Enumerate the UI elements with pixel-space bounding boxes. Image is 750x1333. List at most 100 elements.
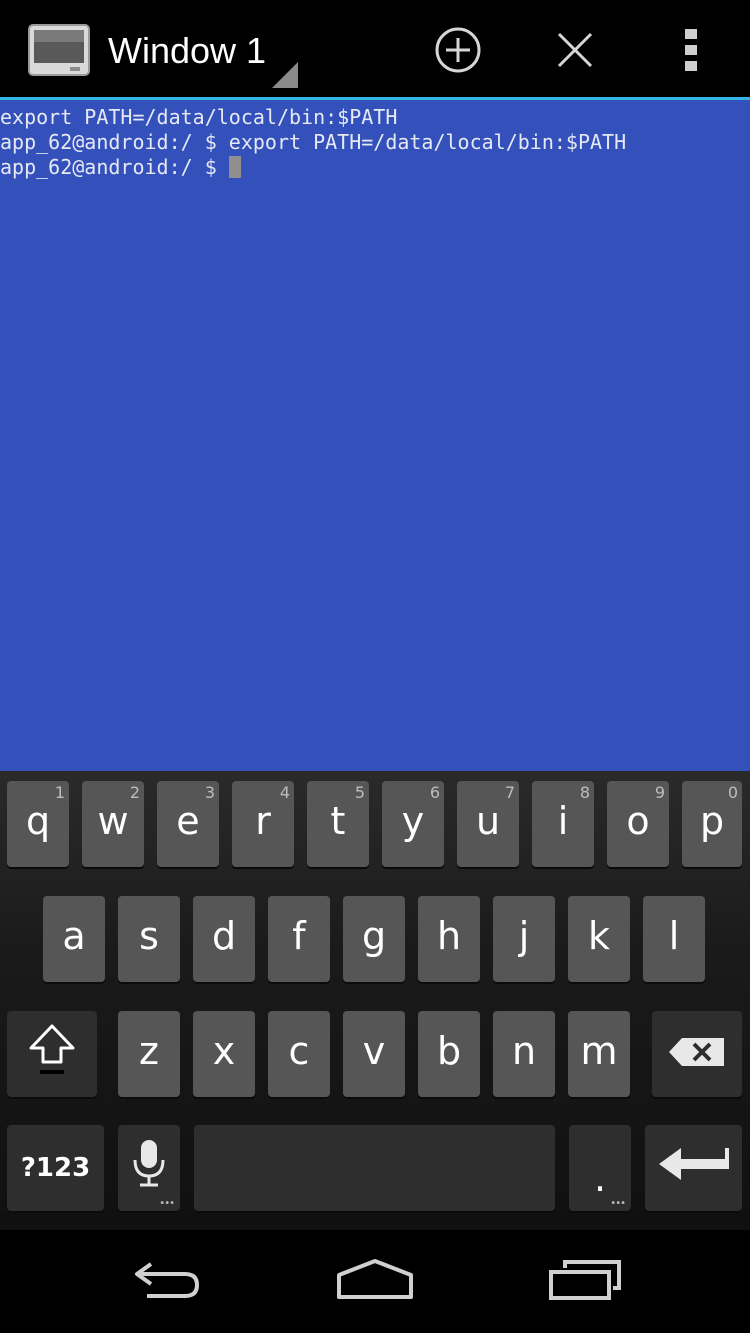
close-window-button[interactable] <box>547 22 603 78</box>
key-hint: 3 <box>204 783 215 802</box>
key-label: t <box>330 799 346 843</box>
key-h[interactable]: h <box>418 896 480 982</box>
key-label: o <box>626 799 650 843</box>
key-label: g <box>361 914 387 958</box>
terminal-prompt: app_62@android:/ $ <box>0 155 229 179</box>
key-hint: 7 <box>504 783 515 802</box>
key-r[interactable]: 4r <box>232 781 294 867</box>
plus-circle-icon <box>433 25 483 75</box>
recent-apps-button[interactable] <box>535 1252 635 1312</box>
home-icon <box>335 1259 415 1305</box>
key-label: n <box>511 1029 537 1073</box>
key-k[interactable]: k <box>568 896 630 982</box>
key-o[interactable]: 9o <box>607 781 669 867</box>
key-label: x <box>212 1029 236 1073</box>
key-l[interactable]: l <box>643 896 705 982</box>
recent-apps-icon <box>547 1260 623 1304</box>
shift-icon <box>27 1022 77 1087</box>
voice-input-key[interactable]: ••• <box>118 1125 180 1211</box>
enter-icon <box>657 1144 731 1193</box>
window-title: Window 1 <box>108 30 267 71</box>
action-bar: Window 1 <box>0 0 750 97</box>
key-label: p <box>699 799 725 843</box>
key-hint: 0 <box>727 783 738 802</box>
key-a[interactable]: a <box>43 896 105 982</box>
key-label: a <box>62 914 86 958</box>
key-hint: 6 <box>429 783 440 802</box>
key-i[interactable]: 8i <box>532 781 594 867</box>
key-hint: 5 <box>354 783 365 802</box>
key-u[interactable]: 7u <box>457 781 519 867</box>
navigation-bar <box>0 1230 750 1333</box>
key-label: q <box>25 799 51 843</box>
key-s[interactable]: s <box>118 896 180 982</box>
key-hint: 9 <box>654 783 665 802</box>
shift-key[interactable] <box>7 1011 97 1097</box>
new-window-button[interactable] <box>430 22 486 78</box>
backspace-icon <box>668 1032 726 1076</box>
key-label: i <box>557 799 569 843</box>
back-button[interactable] <box>117 1252 217 1312</box>
key-g[interactable]: g <box>343 896 405 982</box>
key-label: d <box>211 914 237 958</box>
more-keys-indicator: ••• <box>159 1198 175 1209</box>
key-c[interactable]: c <box>268 1011 330 1097</box>
symbols-key[interactable]: ?123 <box>7 1125 104 1211</box>
key-label: h <box>436 914 462 958</box>
soft-keyboard: 1q 2w 3e 4r 5t 6y 7u 8i 9o 0p a s d f g … <box>0 771 750 1230</box>
backspace-key[interactable] <box>652 1011 742 1097</box>
key-q[interactable]: 1q <box>7 781 69 867</box>
key-y[interactable]: 6y <box>382 781 444 867</box>
terminal-line: export PATH=/data/local/bin:$PATH <box>0 105 398 129</box>
spinner-arrow-icon <box>272 62 298 88</box>
key-v[interactable]: v <box>343 1011 405 1097</box>
key-hint: 1 <box>54 783 65 802</box>
key-hint: 4 <box>279 783 290 802</box>
key-label: v <box>362 1029 386 1073</box>
key-t[interactable]: 5t <box>307 781 369 867</box>
key-label: u <box>475 799 501 843</box>
key-label: f <box>292 914 306 958</box>
key-label: j <box>518 914 530 958</box>
symbols-key-label: ?123 <box>20 1153 91 1183</box>
enter-key[interactable] <box>645 1125 742 1211</box>
terminal-view[interactable]: export PATH=/data/local/bin:$PATH app_62… <box>0 100 750 771</box>
key-w[interactable]: 2w <box>82 781 144 867</box>
overflow-menu-icon <box>684 25 698 75</box>
terminal-cursor <box>228 156 241 178</box>
key-label: b <box>436 1029 462 1073</box>
key-e[interactable]: 3e <box>157 781 219 867</box>
terminal-prompt-line: app_62@android:/ $ <box>0 155 241 180</box>
key-p[interactable]: 0p <box>682 781 742 867</box>
key-hint: 2 <box>129 783 140 802</box>
window-spinner[interactable]: Window 1 <box>100 20 300 90</box>
space-key[interactable] <box>194 1125 555 1211</box>
microphone-icon <box>132 1138 166 1199</box>
period-key[interactable]: . ••• <box>569 1125 631 1211</box>
key-hint: 8 <box>579 783 590 802</box>
back-icon <box>131 1260 203 1304</box>
home-button[interactable] <box>325 1252 425 1312</box>
key-n[interactable]: n <box>493 1011 555 1097</box>
key-label: s <box>139 914 159 958</box>
key-label: l <box>668 914 680 958</box>
key-z[interactable]: z <box>118 1011 180 1097</box>
period-key-label: . <box>593 1156 607 1200</box>
key-label: m <box>580 1029 618 1073</box>
key-m[interactable]: m <box>568 1011 630 1097</box>
key-b[interactable]: b <box>418 1011 480 1097</box>
close-icon <box>553 28 597 72</box>
key-label: e <box>176 799 200 843</box>
key-label: c <box>288 1029 310 1073</box>
terminal-app-icon <box>28 24 90 76</box>
key-d[interactable]: d <box>193 896 255 982</box>
key-j[interactable]: j <box>493 896 555 982</box>
key-label: z <box>139 1029 159 1073</box>
key-x[interactable]: x <box>193 1011 255 1097</box>
more-keys-indicator: ••• <box>610 1198 626 1209</box>
overflow-menu-button[interactable] <box>663 22 719 78</box>
key-label: y <box>401 799 425 843</box>
key-f[interactable]: f <box>268 896 330 982</box>
key-label: r <box>255 799 271 843</box>
terminal-line: app_62@android:/ $ export PATH=/data/loc… <box>0 130 627 154</box>
